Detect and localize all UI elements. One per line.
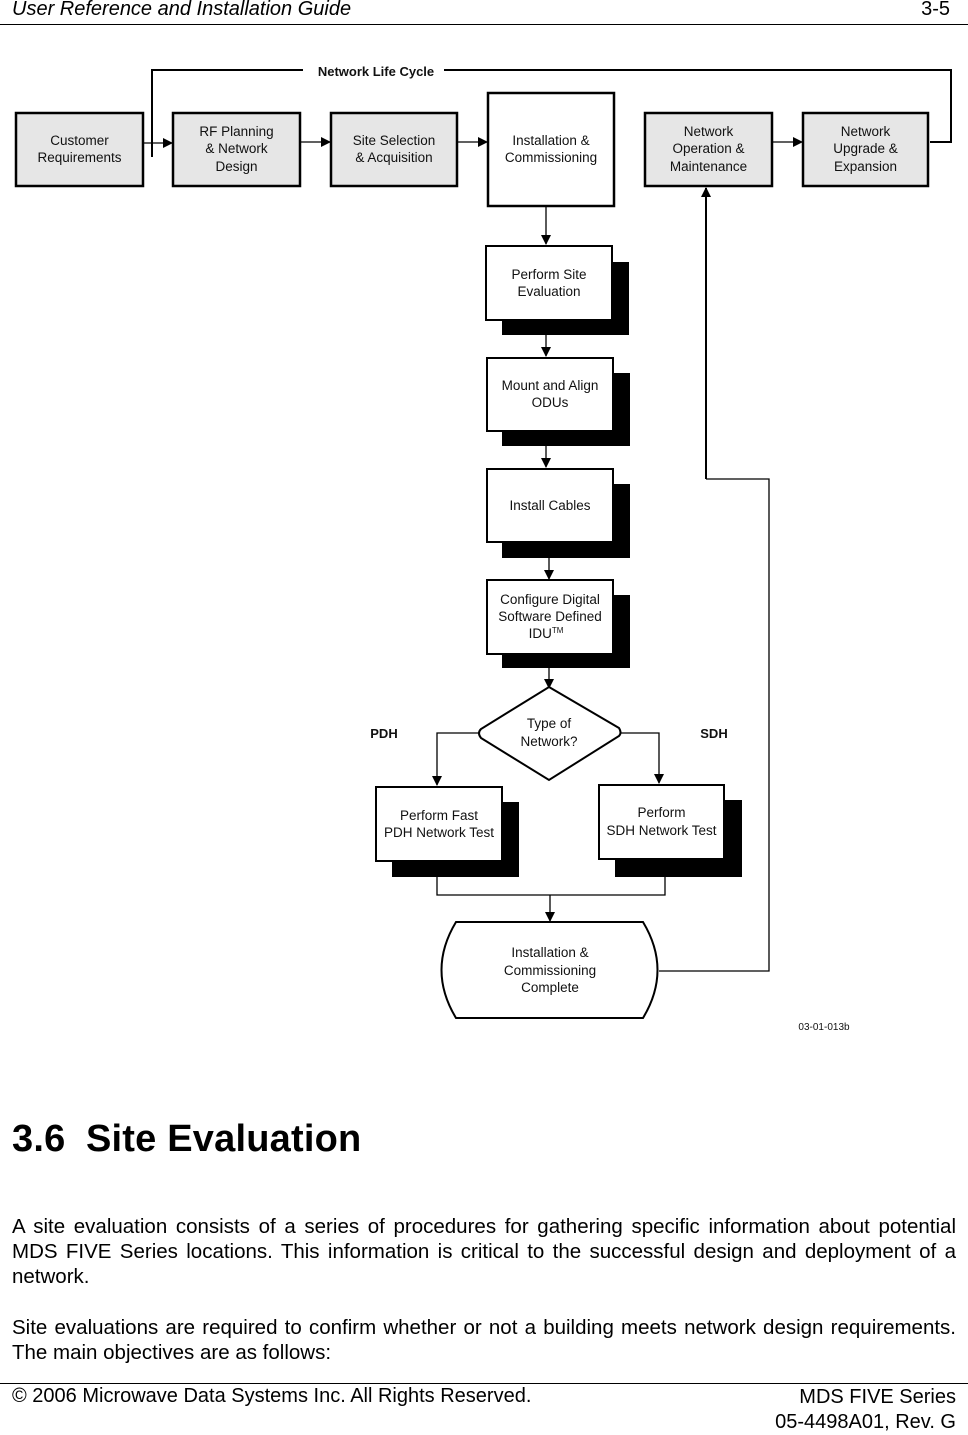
section-heading: 3.6 Site Evaluation xyxy=(12,1118,361,1161)
step-mount-align-odus: Mount and Align ODUs xyxy=(486,357,630,446)
document-number: 05-4498A01, Rev. G xyxy=(775,1411,956,1433)
box-network-upgrade: Network Upgrade & Expansion xyxy=(801,111,930,188)
box-site-selection: Site Selection & Acquisition xyxy=(329,111,459,188)
paragraph: Site evaluations are required to confirm… xyxy=(12,1316,956,1364)
branch-label-sdh: SDH xyxy=(700,726,727,741)
section-title: Site Evaluation xyxy=(86,1118,362,1160)
terminal-installation-complete: Installation & Commissioning Complete xyxy=(440,921,659,1019)
decision-type-of-network: Type of Network? xyxy=(478,685,622,782)
svg-text:Maintenance: Maintenance xyxy=(670,159,747,174)
paragraph: A site evaluation consists of a series o… xyxy=(12,1215,956,1288)
loop-label: Network Life Cycle xyxy=(318,64,434,79)
svg-text:Install Cables: Install Cables xyxy=(509,498,590,513)
branch-label-pdh: PDH xyxy=(370,726,397,741)
svg-text:Requirements: Requirements xyxy=(37,150,121,165)
section-number: 3.6 xyxy=(12,1118,66,1160)
document-title: User Reference and Installation Guide xyxy=(12,0,352,20)
svg-text:Configure Digital: Configure Digital xyxy=(500,592,600,607)
svg-text:Software Defined: Software Defined xyxy=(498,609,602,624)
svg-text:Perform Fast: Perform Fast xyxy=(400,808,478,823)
step-install-cables: Install Cables xyxy=(486,468,630,558)
svg-text:Commissioning: Commissioning xyxy=(505,150,597,165)
svg-text:& Network: & Network xyxy=(205,141,268,156)
svg-text:Installation &: Installation & xyxy=(512,133,589,148)
product-name: MDS FIVE Series xyxy=(799,1386,956,1408)
svg-text:Commissioning: Commissioning xyxy=(504,963,596,978)
step-configure-idu: Configure Digital Software Defined IDUTM xyxy=(486,579,630,668)
svg-text:Evaluation: Evaluation xyxy=(517,284,580,299)
svg-text:Type of: Type of xyxy=(527,716,572,731)
svg-text:Customer: Customer xyxy=(50,133,109,148)
network-life-cycle-flowchart: Network Life Cycle Customer Requirements… xyxy=(14,64,952,1033)
page-header: User Reference and Installation Guide 3-… xyxy=(0,0,968,25)
svg-text:Perform: Perform xyxy=(637,805,685,820)
svg-text:Operation &: Operation & xyxy=(672,141,744,156)
svg-text:Expansion: Expansion xyxy=(834,159,897,174)
svg-text:Site Selection: Site Selection xyxy=(353,133,436,148)
svg-text:SDH Network Test: SDH Network Test xyxy=(606,823,716,838)
footer-product-info: MDS FIVE Series 05-4498A01, Rev. G xyxy=(775,1385,956,1435)
svg-text:PDH Network Test: PDH Network Test xyxy=(384,825,494,840)
svg-text:Network: Network xyxy=(841,124,891,139)
figure-id: 03-01-013b xyxy=(798,1022,850,1033)
svg-text:ODUs: ODUs xyxy=(532,395,569,410)
step-pdh-network-test: Perform Fast PDH Network Test xyxy=(375,786,519,877)
merge-connector xyxy=(436,877,666,922)
page-footer: © 2006 Microwave Data Systems Inc. All R… xyxy=(0,1383,968,1433)
svg-text:Upgrade &: Upgrade & xyxy=(833,141,898,156)
box-rf-planning: RF Planning & Network Design xyxy=(171,111,302,188)
svg-text:Design: Design xyxy=(215,159,257,174)
svg-text:Network?: Network? xyxy=(520,734,577,749)
box-network-operation: Network Operation & Maintenance xyxy=(643,111,774,188)
svg-text:Installation &: Installation & xyxy=(511,945,588,960)
svg-text:Network: Network xyxy=(684,124,734,139)
step-perform-site-evaluation: Perform Site Evaluation xyxy=(485,245,629,335)
page-number: 3-5 xyxy=(921,0,950,20)
box-customer-requirements: Customer Requirements xyxy=(14,111,145,188)
svg-text:Mount and Align: Mount and Align xyxy=(502,378,599,393)
copyright: © 2006 Microwave Data Systems Inc. All R… xyxy=(12,1385,532,1407)
svg-text:Perform Site: Perform Site xyxy=(511,267,586,282)
step-sdh-network-test: Perform SDH Network Test xyxy=(598,784,742,877)
box-installation-commissioning: Installation & Commissioning xyxy=(486,91,616,208)
svg-text:RF Planning: RF Planning xyxy=(199,124,273,139)
svg-text:Complete: Complete xyxy=(521,980,579,995)
svg-text:& Acquisition: & Acquisition xyxy=(355,150,432,165)
